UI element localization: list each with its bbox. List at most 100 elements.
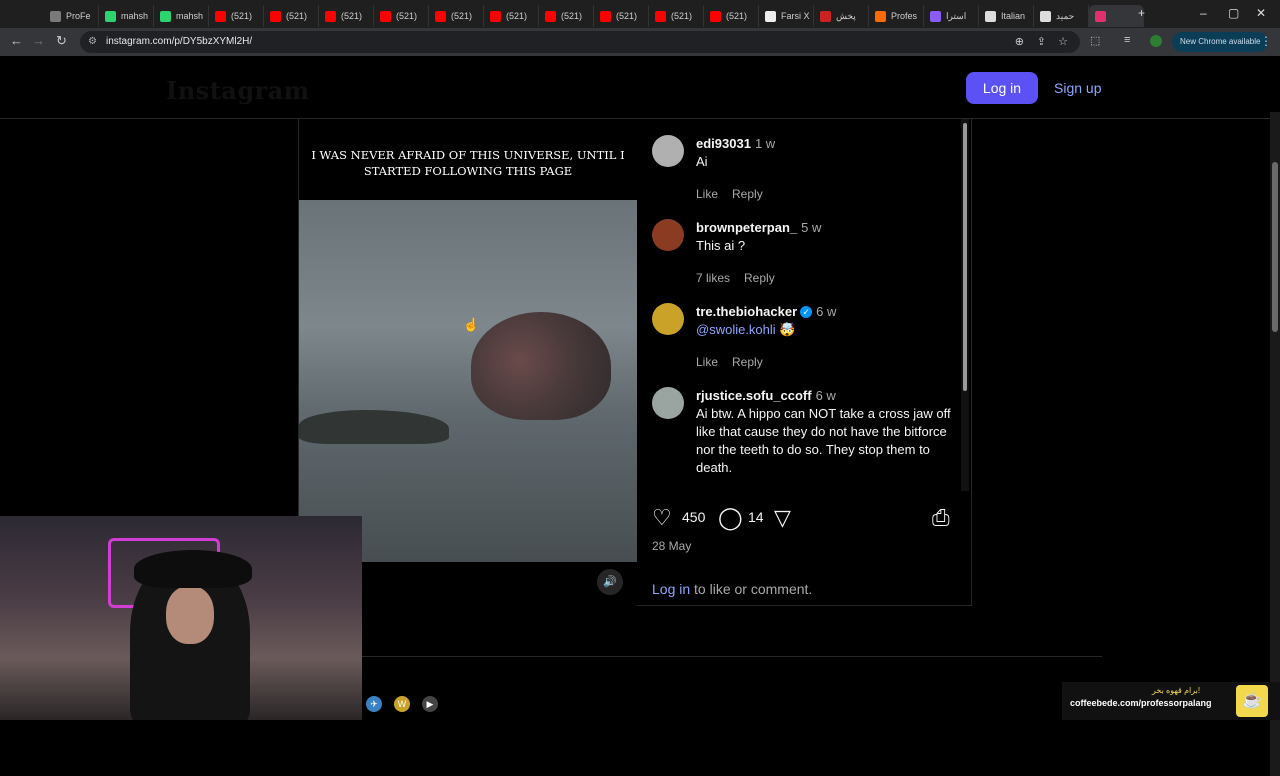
browser-tab[interactable]: استرا <box>924 5 979 27</box>
player-icon[interactable]: ▶ <box>422 696 438 712</box>
menu-icon[interactable]: ⋮ <box>1260 34 1272 48</box>
browser-tab[interactable]: Farsi X <box>759 5 814 27</box>
browser-tab[interactable]: (521) <box>539 5 594 27</box>
bookmark-icon[interactable]: ⎙ <box>932 505 950 531</box>
browser-tab[interactable]: (521) <box>704 5 759 27</box>
tab-label: استرا <box>946 10 967 21</box>
instagram-logo[interactable]: Instagram <box>166 76 310 105</box>
browser-tab[interactable]: Profes <box>869 5 924 27</box>
comment-username[interactable]: brownpeterpan_ <box>696 220 797 235</box>
tab-label: mahsh <box>121 11 149 21</box>
new-chrome-available-button[interactable]: New Chrome available <box>1172 32 1269 52</box>
comment-text: Ai btw. A hippo can NOT take a cross jaw… <box>696 406 951 475</box>
tab-label: پخش <box>836 10 856 21</box>
comment-username[interactable]: tre.thebiohacker <box>696 304 797 319</box>
tab-label: (521) <box>506 11 528 21</box>
reply-button[interactable]: Reply <box>732 355 763 369</box>
scroll-thumb[interactable] <box>963 123 967 391</box>
browser-tab[interactable]: (521) <box>319 5 374 27</box>
share-icon[interactable]: ⇪ <box>1037 31 1046 53</box>
signup-link[interactable]: Sign up <box>1054 80 1101 96</box>
comment-actions: 7 likes Reply <box>696 269 952 287</box>
browser-tab[interactable]: mahsh <box>154 5 209 27</box>
post-actions: ♡ 450 ◯ 14 ▽ ⎙ <box>652 505 952 531</box>
webcam-overlay <box>0 516 362 720</box>
like-button[interactable]: Like <box>696 355 718 369</box>
browser-tab[interactable]: (521) <box>594 5 649 27</box>
browser-tab[interactable]: (521) <box>649 5 704 27</box>
comment-icon[interactable]: ◯ <box>718 505 743 531</box>
comment-username[interactable]: rjustice.sofu_ccoff <box>696 388 812 403</box>
taskbar: ✈ W ▶ <box>366 696 438 712</box>
comment-body: rjustice.sofu_ccoff 6 w Ai btw. A hippo ca… <box>696 387 952 489</box>
tab-label: Profes <box>891 11 918 21</box>
avatar[interactable] <box>652 387 684 419</box>
telegram-icon[interactable]: ✈ <box>366 696 382 712</box>
login-prompt: Log in to like or comment. <box>652 581 812 597</box>
coffee-tagline: برام قهوه بخر! <box>1152 686 1201 695</box>
new-tab-icon[interactable]: + <box>1138 6 1145 20</box>
browser-tab[interactable]: حمید <box>1034 5 1089 27</box>
tab-strip: ProFe mahsh mahsh (521) (521) (521) (521) (521)… <box>44 1 1144 27</box>
browser-tab[interactable]: (521) <box>264 5 319 27</box>
video-frame[interactable] <box>299 200 637 562</box>
comment-text: This ai ? <box>696 238 746 253</box>
reply-button[interactable]: Reply <box>732 187 763 201</box>
login-link[interactable]: Log in <box>652 581 690 597</box>
browser-tab-bar: ProFe mahsh mahsh (521) (521) (521) (521) (521)… <box>0 0 1280 28</box>
comment-text: Ai <box>696 154 708 169</box>
avatar[interactable] <box>652 219 684 251</box>
comments-scrollbar[interactable] <box>961 119 969 491</box>
url-input[interactable]: ⚙ instagram.com/p/DY5bzXYMl2H/ ⊕ ⇪ ☆ <box>80 31 1080 53</box>
browser-tab[interactable]: mahsh <box>99 5 154 27</box>
streamer-hat <box>134 550 252 588</box>
zoom-icon[interactable]: ⊕ <box>1015 31 1024 53</box>
reload-icon[interactable]: ↻ <box>56 33 67 49</box>
maximize-icon[interactable]: ▢ <box>1228 6 1239 20</box>
minimize-icon[interactable]: – <box>1200 6 1207 20</box>
avatar[interactable] <box>652 135 684 167</box>
tab-label: (521) <box>286 11 308 21</box>
reply-button[interactable]: Reply <box>744 271 775 285</box>
profile-avatar[interactable] <box>1150 35 1162 47</box>
browser-tab[interactable]: ProFe <box>44 5 99 27</box>
site-info-icon[interactable]: ⚙ <box>88 31 97 53</box>
tab-label: Italian <box>1001 11 1026 21</box>
browser-tab[interactable]: Italian <box>979 5 1034 27</box>
comment-time: 1 w <box>754 136 776 151</box>
tab-favicon-icon <box>985 10 996 22</box>
media-icon[interactable]: ≡ <box>1124 34 1130 46</box>
star-icon[interactable]: ☆ <box>1058 31 1068 53</box>
comment-time: 6 w <box>815 388 836 403</box>
share-plane-icon[interactable]: ▽ <box>774 505 791 531</box>
word-icon[interactable]: W <box>394 696 410 712</box>
close-window-icon[interactable]: ✕ <box>1256 6 1266 20</box>
browser-tab[interactable]: پخش <box>814 5 869 27</box>
comment-likes[interactable]: 7 likes <box>696 271 730 285</box>
tab-label: (521) <box>616 11 638 21</box>
url-text: instagram.com/p/DY5bzXYMl2H/ <box>106 36 253 47</box>
browser-tab[interactable]: (521) <box>209 5 264 27</box>
avatar[interactable] <box>652 303 684 335</box>
back-icon[interactable]: ← <box>10 33 23 48</box>
login-prompt-text: to like or comment. <box>690 581 813 597</box>
comment-username[interactable]: edi93031 <box>696 136 751 151</box>
browser-tab[interactable]: (521) <box>429 5 484 27</box>
comment-body: tre.thebiohacker ✓ 6 w @swolie.kohli 🤯 Like R… <box>696 303 952 371</box>
comments-list[interactable]: edi93031 1 w Ai Like Reply brownpeterpan_ 5 w T… <box>638 119 972 489</box>
tab-label: Farsi X <box>781 11 810 21</box>
forward-icon[interactable]: → <box>32 33 45 48</box>
login-button[interactable]: Log in <box>966 72 1038 104</box>
like-button[interactable]: Like <box>696 187 718 201</box>
browser-tab[interactable]: (521) <box>374 5 429 27</box>
page-scrollbar[interactable] <box>1270 112 1280 776</box>
browser-tab[interactable]: (521) <box>484 5 539 27</box>
page-scroll-thumb[interactable] <box>1272 162 1278 332</box>
extensions-icon[interactable]: ⬚ <box>1090 34 1100 47</box>
tab-label: ProFe <box>66 11 91 21</box>
heart-icon[interactable]: ♡ <box>652 505 672 531</box>
speaker-icon[interactable]: 🔊 <box>597 569 623 595</box>
tab-favicon-icon <box>820 10 831 22</box>
tab-label: حمید <box>1056 10 1075 21</box>
browser-tab[interactable] <box>1089 5 1144 27</box>
